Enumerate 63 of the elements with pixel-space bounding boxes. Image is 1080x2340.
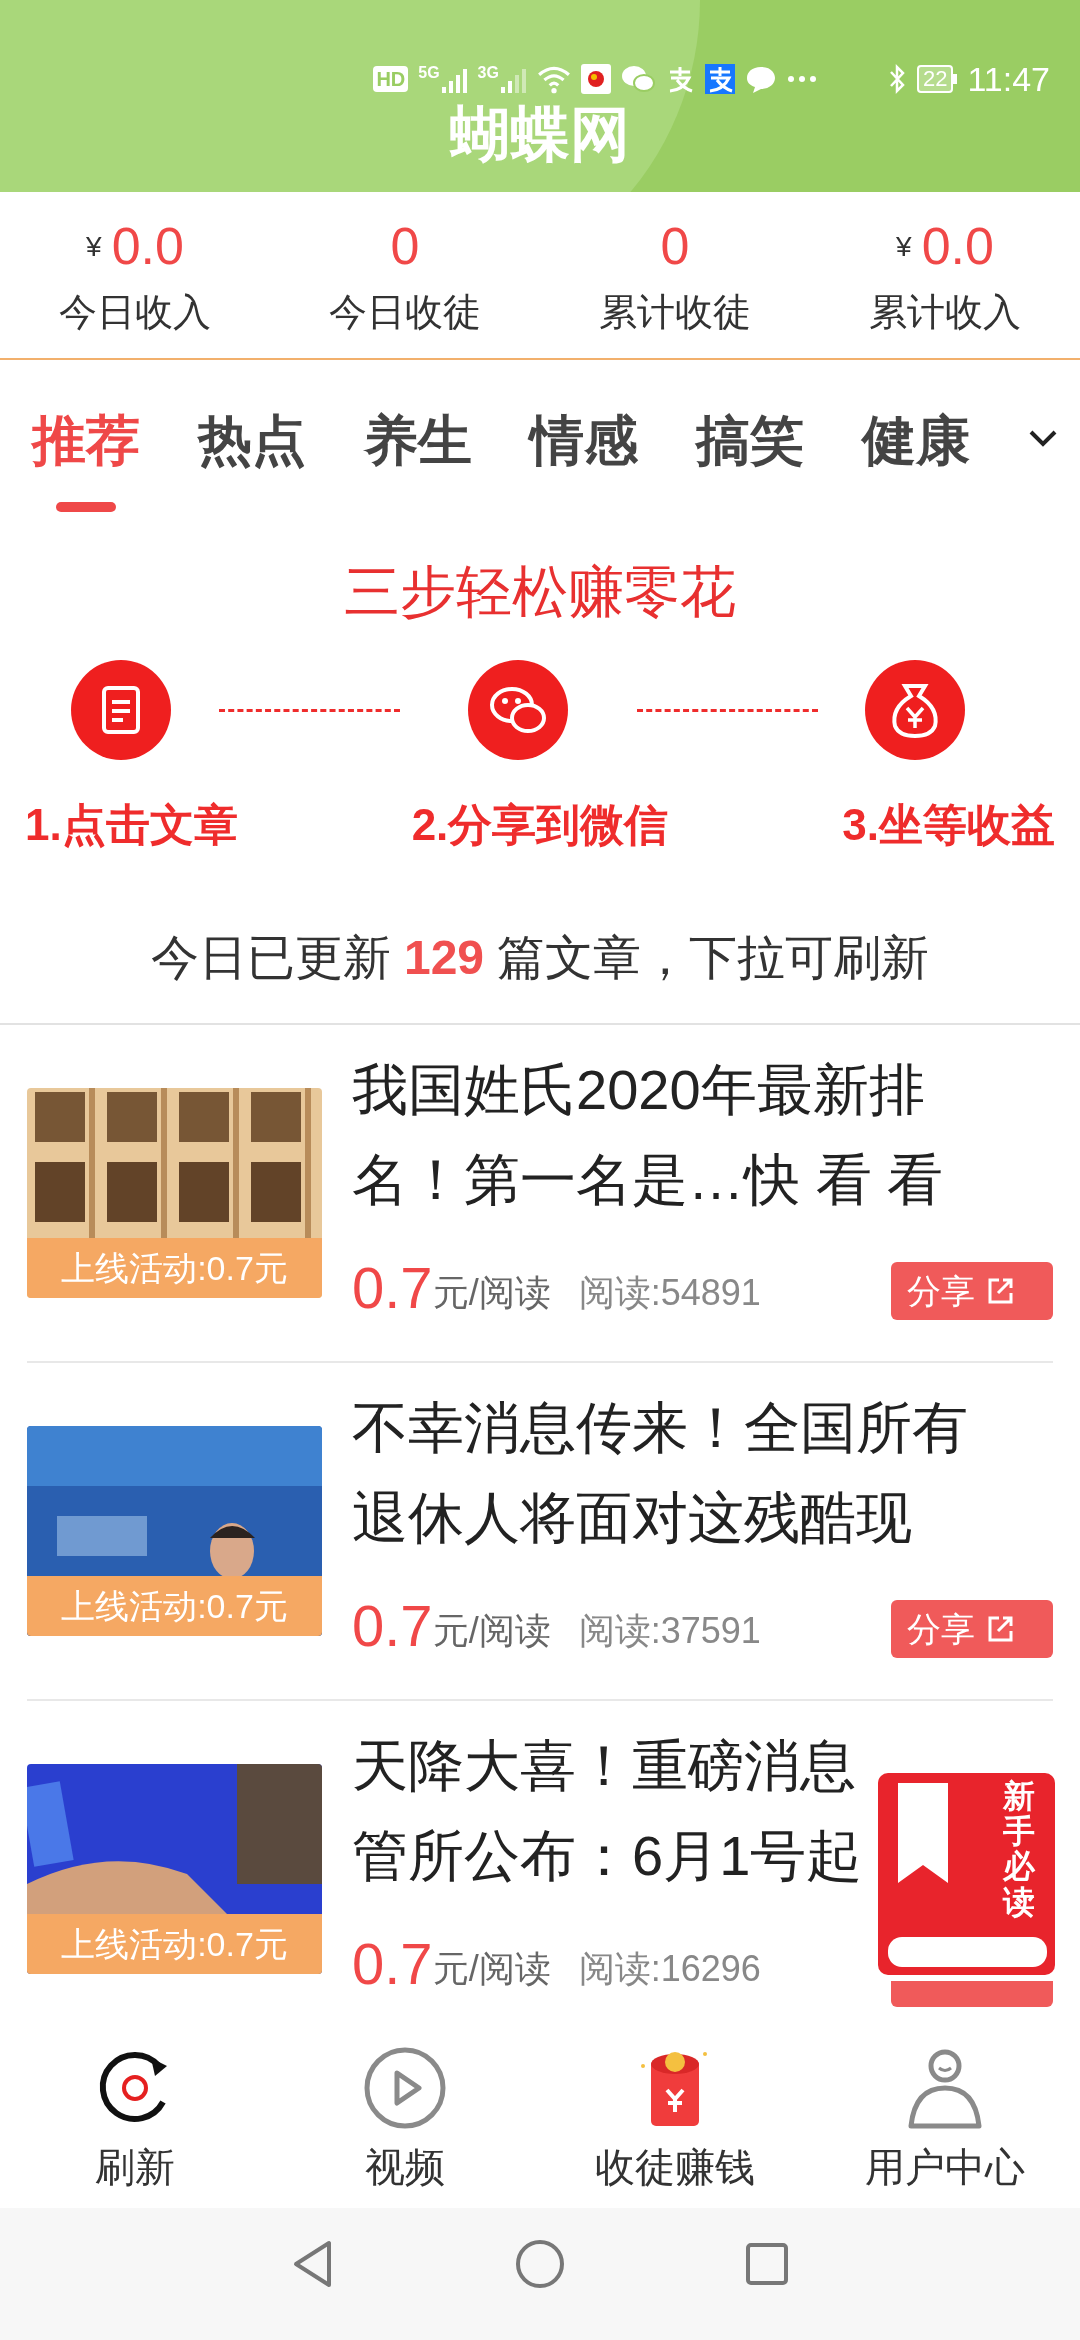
chat-bubbles-icon — [468, 660, 568, 760]
step-label: 1.点击文章 — [25, 800, 238, 850]
read-count: 阅读:54891 — [578, 1271, 761, 1315]
stat-label: 今日收徒 — [329, 290, 481, 334]
article-title-line[interactable]: 天降大喜！重磅消息 — [352, 1721, 856, 1811]
read-count: 阅读:37591 — [578, 1609, 761, 1653]
article-title-line[interactable]: 管所公布：6月1号起 — [352, 1811, 863, 1901]
hd-indicator: HD — [373, 66, 409, 92]
network-type: 3G — [477, 65, 499, 81]
article-title-line[interactable]: 我国姓氏2020年最新排 — [352, 1045, 925, 1135]
category-tab[interactable]: 健康 — [862, 408, 970, 512]
promo-label: 上线活动:0.7元 — [27, 1238, 322, 1298]
book-drawing[interactable] — [878, 1773, 1055, 1975]
wifi-icon — [536, 64, 571, 94]
article-title-line[interactable]: 不幸消息传来！全国所有 — [352, 1383, 968, 1473]
currency-symbol: ¥ — [896, 230, 912, 264]
play-icon — [363, 2046, 447, 2130]
recents-icon[interactable] — [745, 2242, 789, 2286]
update-notice: 今日已更新 129 篇文章，下拉可刷新 — [150, 930, 930, 986]
nav-tab[interactable]: 用户中心 — [810, 2020, 1080, 2208]
document-icon — [71, 660, 171, 760]
currency-symbol: ¥ — [86, 230, 102, 264]
chevron-down-icon[interactable] — [1028, 428, 1058, 448]
message-icon — [744, 64, 777, 94]
price-unit: 元/阅读 — [432, 1271, 551, 1315]
payment-app-icon — [704, 64, 735, 94]
stat-value: 0.0 — [111, 216, 184, 276]
price: 0.7 — [352, 1254, 433, 1322]
price-unit: 元/阅读 — [432, 1609, 551, 1653]
article-title-line[interactable]: 退休人将面对这残酷现 — [352, 1473, 912, 1563]
steps-heading: 三步轻松赚零花 — [344, 560, 736, 624]
nav-tab[interactable]: 收徒赚钱 — [540, 2020, 810, 2208]
nav-tab[interactable]: 视频 — [270, 2020, 540, 2208]
read-count: 阅读:16296 — [578, 1947, 761, 1991]
price: 0.7 — [352, 1930, 433, 1998]
category-tab[interactable]: 推荐 — [32, 408, 140, 512]
category-tab[interactable]: 搞笑 — [696, 408, 804, 512]
clock-time: 11:47 — [967, 59, 1050, 99]
stat-value: 0 — [390, 216, 420, 276]
money-bag-icon — [865, 660, 965, 760]
app-notification-icon — [580, 64, 611, 94]
network-type: 5G — [418, 65, 440, 81]
price: 0.7 — [352, 1592, 433, 1660]
app-title: 蝴蝶网 — [450, 100, 630, 170]
promo-label: 上线活动:0.7元 — [27, 1914, 322, 1974]
stat-label: 今日收入 — [59, 290, 211, 334]
stat-value: 0.0 — [921, 216, 994, 276]
nav-tab[interactable]: 刷新 — [0, 2020, 270, 2208]
badge-text[interactable]: 新手必读 — [1003, 1779, 1035, 1920]
category-tab[interactable]: 热点 — [198, 408, 306, 512]
stat-label: 累计收徒 — [599, 290, 751, 334]
chat-bubbles-icon — [620, 64, 655, 94]
promo-label: 上线活动:0.7元 — [27, 1576, 322, 1636]
category-tab[interactable]: 养生 — [364, 408, 472, 512]
article-title-line[interactable]: 名！第一名是…快 看 看 — [352, 1135, 944, 1225]
stat-label: 累计收入 — [869, 290, 1021, 334]
stat-value: 0 — [660, 216, 690, 276]
battery-indicator: 22 — [916, 65, 958, 93]
price-unit: 元/阅读 — [432, 1947, 551, 1991]
step-label: 2.分享到微信 — [411, 800, 669, 850]
home-icon[interactable] — [515, 2239, 565, 2289]
step-label: 3.坐等收益 — [842, 800, 1055, 850]
more-icon — [786, 75, 817, 83]
